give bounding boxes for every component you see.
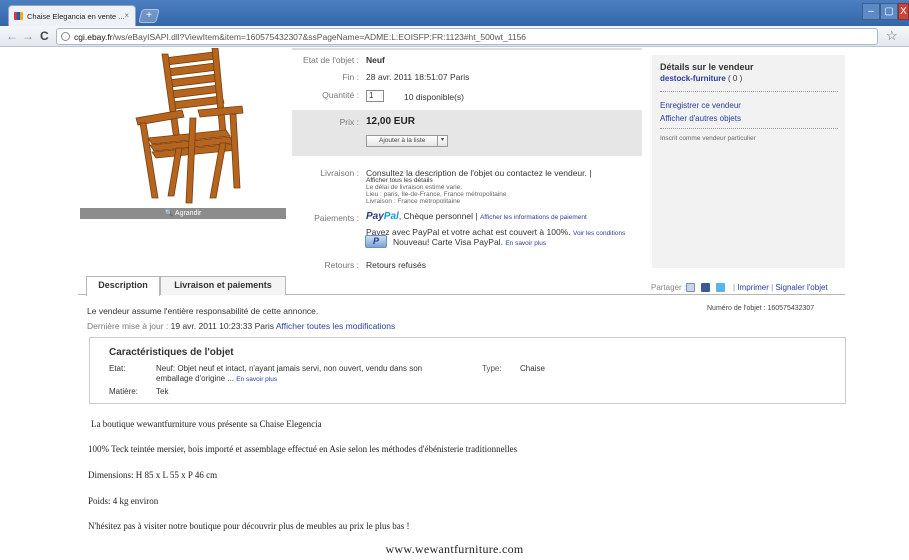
browser-toolbar: ← → C cgi.ebay.fr/ws/eBayISAPI.dll?ViewI… — [0, 26, 909, 47]
add-to-watchlist-button[interactable]: Ajouter à la liste ▾ — [366, 135, 448, 147]
paypal-cover-text: Payez avec PayPal et votre achat est cou… — [366, 227, 626, 237]
seller-divider — [660, 91, 838, 92]
new-tab-button[interactable]: + — [138, 9, 160, 23]
paypal-card-icon: P — [365, 235, 387, 248]
price-label: Prix : — [339, 117, 359, 127]
report-item-link[interactable]: Signaler l'objet — [775, 283, 827, 292]
tab-shipping-payments[interactable]: Livraison et paiements — [160, 276, 286, 295]
show-changes-link[interactable]: Afficher toutes les modifications — [276, 321, 395, 331]
minimize-button[interactable]: – — [862, 3, 880, 20]
quantity-label: Quantité : — [322, 90, 359, 100]
shop-url-text: www.wewantfurniture.com — [385, 542, 524, 556]
description-paragraph-3: Dimensions: H 85 x L 55 x P 46 cm — [88, 470, 218, 480]
spec-state-value: Neuf: Objet neuf et intact, n'ayant jama… — [156, 364, 423, 373]
state-label: Etat de l'objet : — [303, 55, 359, 65]
globe-icon — [61, 32, 70, 41]
specifics-title: Caractéristiques de l'objet — [109, 347, 234, 358]
shipping-label: Livraison : — [320, 168, 359, 178]
other-items-link[interactable]: Afficher d'autres objets — [660, 114, 741, 123]
item-specifics-box: Caractéristiques de l'objet Etat: Neuf: … — [89, 337, 846, 404]
facebook-share-icon[interactable] — [701, 283, 710, 292]
seller-title: Détails sur le vendeur — [660, 62, 754, 72]
spec-type-label: Type: — [482, 364, 502, 373]
print-link[interactable]: Imprimer — [737, 283, 769, 292]
shipping-line-2: Lieu : paris, Ile-de-France, France métr… — [366, 191, 507, 198]
reload-icon[interactable]: C — [40, 29, 49, 43]
maximize-button[interactable]: ▢ — [880, 3, 898, 20]
bookmark-star-icon[interactable]: ☆ — [886, 28, 898, 44]
description-paragraph-2: 100% Teck teintée mersier, bois importé … — [88, 444, 518, 454]
browser-tab[interactable]: Chaise Elegancia en vente ... × — [8, 5, 136, 26]
payment-info-link[interactable]: Afficher les informations de paiement — [480, 214, 587, 221]
seller-panel: Détails sur le vendeur destock-furniture… — [652, 55, 845, 268]
spec-state-value-2: emballage d'origine ... En savoir plus — [156, 374, 278, 383]
end-value: 28 avr. 2011 18:51:07 Paris — [366, 72, 470, 82]
payments-label: Paiements : — [314, 213, 359, 223]
quantity-available: 10 disponible(s) — [404, 92, 465, 102]
spec-learn-more-link[interactable]: En savoir plus — [236, 376, 277, 383]
tab-description[interactable]: Description — [86, 276, 160, 296]
paypal-conditions-link[interactable]: Voir les conditions — [573, 230, 625, 237]
spec-state-label: Etat: — [109, 364, 126, 373]
address-bar[interactable]: cgi.ebay.fr/ws/eBayISAPI.dll?ViewItem&it… — [56, 28, 878, 45]
shipping-line-1: Le délai de livraison estimé varie. — [366, 184, 463, 191]
save-seller-link[interactable]: Enregistrer ce vendeur — [660, 101, 741, 110]
seller-responsibility: Le vendeur assume l'entière responsabili… — [87, 306, 319, 316]
paypal-card-text: Nouveau! Carte Visa PayPal. En savoir pl… — [393, 237, 547, 247]
email-share-icon[interactable] — [686, 283, 695, 292]
end-label: Fin : — [342, 72, 359, 82]
returns-label: Retours : — [324, 260, 360, 270]
description-paragraph-5: N'hésitez pas à visiter notre boutique p… — [88, 521, 410, 531]
product-image-chair[interactable] — [80, 48, 286, 208]
spec-type-value: Chaise — [520, 364, 545, 373]
seller-divider-2 — [660, 128, 838, 129]
plus-icon: + — [146, 10, 152, 21]
price-value: 12,00 EUR — [366, 116, 415, 127]
last-update-row: Dernière mise à jour : 19 avr. 2011 10:2… — [87, 321, 396, 331]
item-number: Numéro de l'objet : 160575432307 — [707, 305, 815, 312]
state-value: Neuf — [366, 55, 385, 65]
seller-score: ( 0 ) — [728, 74, 743, 83]
close-window-button[interactable]: X — [898, 3, 909, 20]
tab-title: Chaise Elegancia en vente ... — [27, 12, 125, 21]
payments-methods: PayPal, Chèque personnel | Afficher les … — [366, 211, 587, 222]
tab-close-icon[interactable]: × — [124, 11, 129, 20]
quantity-input[interactable]: 1 — [366, 90, 384, 102]
forward-arrow-icon[interactable]: → — [22, 29, 34, 43]
twitter-share-icon[interactable] — [716, 283, 725, 292]
enlarge-image-button[interactable]: 🔍 Agrandir — [80, 208, 286, 219]
seller-name-link[interactable]: destock-furniture — [660, 74, 726, 83]
chevron-down-icon[interactable]: ▾ — [437, 135, 447, 147]
shipping-details-link[interactable]: Afficher tous les détails — [366, 177, 433, 184]
description-paragraph-4: Poids: 4 kg environ — [88, 496, 159, 506]
details-divider — [292, 48, 642, 50]
share-actions: | Imprimer | Signaler l'objet — [733, 283, 828, 292]
url-text: cgi.ebay.fr/ws/eBayISAPI.dll?ViewItem&it… — [74, 32, 527, 42]
watchlist-label: Ajouter à la liste — [379, 137, 426, 144]
share-label: Partager : — [651, 283, 687, 292]
description-paragraph-1: La boutique wewantfurniture vous présent… — [91, 419, 322, 429]
back-arrow-icon[interactable]: ← — [6, 29, 18, 43]
paypal-card-link[interactable]: En savoir plus — [505, 240, 546, 247]
seller-registered: Inscrit comme vendeur particulier — [660, 135, 756, 142]
spec-material-label: Matière: — [109, 387, 138, 396]
paypal-logo: PayPal — [366, 211, 399, 222]
spec-material-value: Tek — [156, 387, 169, 396]
ebay-favicon-icon — [14, 12, 23, 20]
browser-tab-bar: Chaise Elegancia en vente ... × + – ▢ X — [0, 0, 909, 26]
returns-value: Retours refusés — [366, 260, 426, 270]
seller-name-row: destock-furniture ( 0 ) — [660, 74, 742, 83]
shipping-line-3: Livraison : France métropolitaine — [366, 198, 461, 205]
